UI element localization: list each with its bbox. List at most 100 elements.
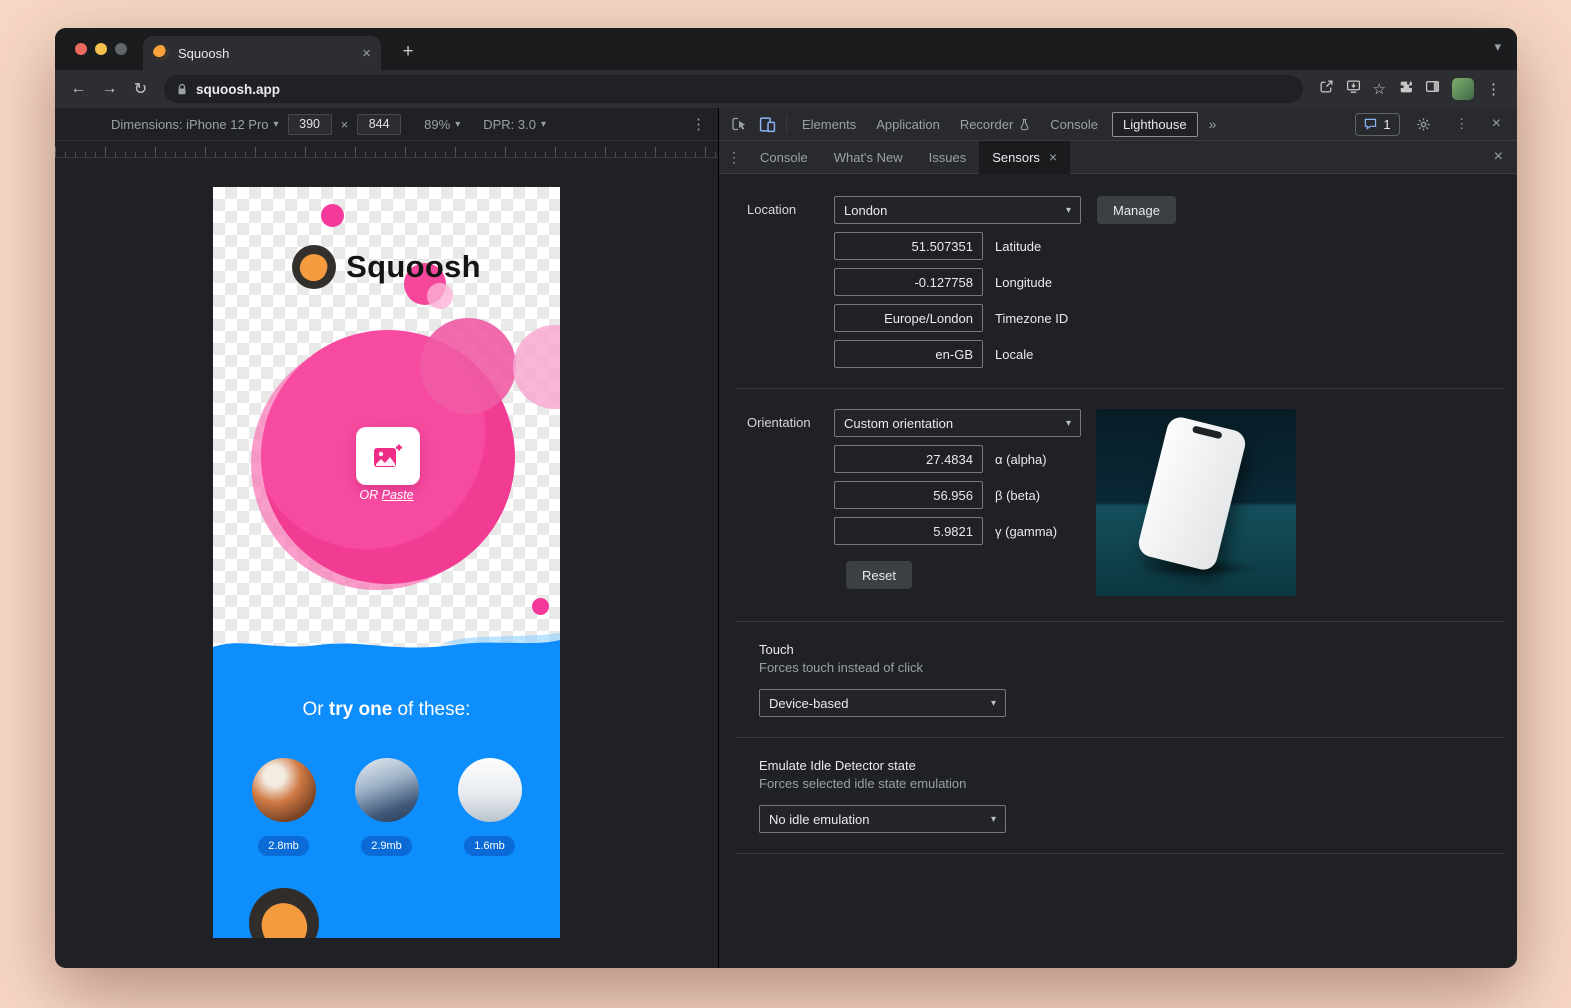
select-image-button[interactable]	[356, 427, 420, 485]
pink-blob-right-decoration	[513, 325, 560, 409]
location-select[interactable]: London ▾	[834, 196, 1081, 224]
locale-input[interactable]	[834, 340, 983, 368]
zoom-window-button[interactable]	[115, 43, 127, 55]
profile-avatar[interactable]	[1452, 78, 1474, 100]
alpha-input[interactable]	[834, 445, 983, 473]
toolbar: ← → ↻ squoosh.app ☆ ⋮	[55, 70, 1517, 108]
tab-lighthouse[interactable]: Lighthouse	[1112, 112, 1198, 137]
paste-link[interactable]: Paste	[382, 488, 414, 502]
open-in-new-icon[interactable]	[1319, 79, 1334, 99]
toggle-device-toolbar-icon[interactable]	[753, 111, 781, 137]
tab-search-chevron-icon[interactable]: ▾	[1494, 39, 1501, 55]
new-tab-button[interactable]: +	[395, 39, 421, 65]
longitude-input[interactable]	[834, 268, 983, 296]
gamma-input[interactable]	[834, 517, 983, 545]
device-toolbar: Dimensions: iPhone 12 Pro ▾ × 89% ▾ DPR:…	[55, 108, 718, 141]
logo-blob-light-decoration	[427, 283, 453, 309]
chevron-down-icon: ▾	[991, 814, 996, 825]
location-label: Location	[747, 196, 834, 368]
pink-dot-small-decoration	[532, 598, 549, 615]
devtools-main-toolbar: Elements Application Recorder Console Li…	[719, 108, 1517, 141]
touch-section: Touch Forces touch instead of click Devi…	[759, 642, 1505, 717]
install-app-icon[interactable]	[1346, 79, 1361, 99]
idle-section: Emulate Idle Detector state Forces selec…	[759, 758, 1505, 833]
drawer-tab-console[interactable]: Console	[747, 141, 821, 174]
close-drawer-icon[interactable]: ×	[1482, 148, 1515, 166]
back-icon[interactable]: ←	[65, 76, 92, 103]
touch-select[interactable]: Device-based ▾	[759, 689, 1006, 717]
dpr-label: DPR: 3.0	[483, 117, 536, 132]
browser-actions: ☆ ⋮	[1313, 78, 1507, 100]
tab-console[interactable]: Console	[1040, 108, 1108, 141]
address-bar[interactable]: squoosh.app	[164, 75, 1303, 103]
phone-model	[1136, 414, 1248, 572]
emulated-screen: Squoosh OR Paste	[213, 187, 560, 938]
dimensions-times-label: ×	[341, 117, 349, 132]
sample-size-badge: 2.8mb	[258, 836, 309, 856]
locale-label: Locale	[995, 347, 1033, 362]
dimensions-select[interactable]: Dimensions: iPhone 12 Pro ▾	[111, 117, 279, 132]
touch-description: Forces touch instead of click	[759, 660, 1505, 675]
squoosh-logo-text: Squoosh	[346, 249, 481, 285]
close-devtools-icon[interactable]: ×	[1486, 115, 1507, 133]
drawer-tab-issues[interactable]: Issues	[916, 141, 980, 174]
idle-select-value: No idle emulation	[769, 812, 869, 827]
try-pre: Or	[303, 699, 329, 720]
viewport-width-input[interactable]	[288, 114, 332, 135]
timezone-label: Timezone ID	[995, 311, 1068, 326]
orientation-label: Orientation	[747, 409, 834, 601]
viewport-height-input[interactable]	[357, 114, 401, 135]
sample-thumbnail[interactable]	[458, 758, 522, 822]
reset-button[interactable]: Reset	[846, 561, 912, 589]
extensions-puzzle-icon[interactable]	[1398, 79, 1413, 99]
manage-button[interactable]: Manage	[1097, 196, 1176, 224]
phone-notch-decoration	[1192, 425, 1223, 439]
devtools-menu-kebab-icon[interactable]: ⋮	[1448, 111, 1476, 137]
issues-counter[interactable]: 1	[1355, 113, 1399, 136]
dpr-select[interactable]: DPR: 3.0 ▾	[483, 117, 546, 132]
sample-image-phone[interactable]: 1.6mb	[458, 758, 522, 856]
beta-input[interactable]	[834, 481, 983, 509]
orientation-select[interactable]: Custom orientation ▾	[834, 409, 1081, 437]
idle-select[interactable]: No idle emulation ▾	[759, 805, 1006, 833]
drawer-tab-whats-new[interactable]: What's New	[821, 141, 916, 174]
side-panel-icon[interactable]	[1425, 79, 1440, 99]
add-image-icon	[373, 443, 403, 469]
tab-application[interactable]: Application	[866, 108, 950, 141]
bookmark-star-icon[interactable]: ☆	[1373, 80, 1386, 98]
tab-elements[interactable]: Elements	[792, 108, 866, 141]
try-one-heading: Or try one of these:	[213, 699, 560, 721]
section-divider	[735, 621, 1505, 622]
location-select-value: London	[844, 203, 887, 218]
inspect-element-icon[interactable]	[725, 111, 753, 137]
drawer-tab-sensors[interactable]: Sensors ×	[979, 141, 1070, 174]
tab-title: Squoosh	[178, 46, 353, 61]
more-tabs-icon[interactable]: »	[1202, 116, 1224, 132]
beta-label: β (beta)	[995, 488, 1040, 503]
sample-thumbnail[interactable]	[252, 758, 316, 822]
device-toolbar-kebab-icon[interactable]: ⋮	[691, 115, 706, 133]
settings-gear-icon[interactable]	[1410, 111, 1438, 137]
idle-title: Emulate Idle Detector state	[759, 758, 1505, 773]
sample-image-person[interactable]: 2.9mb	[355, 758, 419, 856]
sample-image-panda[interactable]: 2.8mb	[252, 758, 316, 856]
tab-strip: Squoosh × + ▾	[55, 28, 1517, 70]
alpha-label: α (alpha)	[995, 452, 1047, 467]
drawer-menu-kebab-icon[interactable]: ⋮	[721, 149, 747, 166]
latitude-input[interactable]	[834, 232, 983, 260]
minimize-window-button[interactable]	[95, 43, 107, 55]
zoom-select[interactable]: 89% ▾	[424, 117, 460, 132]
reload-icon[interactable]: ↻	[127, 76, 154, 103]
forward-icon[interactable]: →	[96, 76, 123, 103]
close-window-button[interactable]	[75, 43, 87, 55]
sample-thumbnail[interactable]	[355, 758, 419, 822]
timezone-input[interactable]	[834, 304, 983, 332]
longitude-label: Longitude	[995, 275, 1052, 290]
tab-recorder[interactable]: Recorder	[950, 108, 1040, 141]
tab-close-icon[interactable]: ×	[362, 46, 371, 61]
close-sensors-tab-icon[interactable]: ×	[1049, 149, 1057, 165]
browser-menu-kebab-icon[interactable]: ⋮	[1486, 80, 1501, 98]
squoosh-logo-icon	[292, 245, 336, 289]
browser-tab[interactable]: Squoosh ×	[143, 36, 381, 70]
orientation-phone-preview[interactable]	[1096, 409, 1296, 596]
